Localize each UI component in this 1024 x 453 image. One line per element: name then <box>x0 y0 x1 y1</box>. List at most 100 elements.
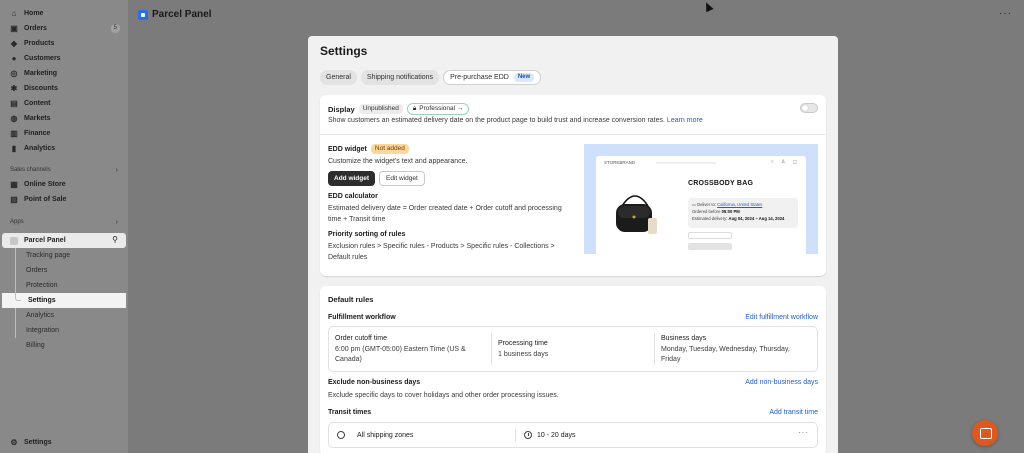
preview-product-title: CROSSBODY BAG <box>688 180 754 187</box>
tree-connector <box>15 263 16 278</box>
content-icon: ▤ <box>10 99 18 108</box>
sidebar-item-discounts[interactable]: ✱ Discounts <box>0 81 128 96</box>
ordered-time: 05:00 PM <box>721 209 740 214</box>
add-transit-time-link[interactable]: Add transit time <box>769 409 818 416</box>
apps-label: Apps <box>10 219 24 225</box>
app-topbar: Parcel Panel ··· <box>128 0 1024 30</box>
bank-icon: ▥ <box>10 129 18 138</box>
chevron-right-icon: › <box>115 166 118 174</box>
sidebar-subitem-label: Analytics <box>26 312 55 319</box>
sidebar-item-label: Marketing <box>24 70 58 77</box>
transit-time-row[interactable]: All shipping zones 10 - 20 days ··· <box>328 422 818 448</box>
sidebar-subitem-protection[interactable]: Protection <box>0 278 128 293</box>
sidebar-subitem-label: Tracking page <box>26 252 71 259</box>
display-description: Show customers an estimated delivery dat… <box>328 117 703 124</box>
sidebar-item-label: Products <box>24 40 55 47</box>
add-non-business-days-link[interactable]: Add non-business days <box>745 379 818 386</box>
app-title: Parcel Panel <box>138 9 211 20</box>
sidebar-item-marketing[interactable]: ◎ Marketing <box>0 66 128 81</box>
sidebar-item-label: Content <box>24 100 51 107</box>
tab-general[interactable]: General <box>320 70 357 85</box>
settings-modal: Settings General Shipping notifications … <box>308 36 838 453</box>
sidebar-item-label: Discounts <box>24 85 58 92</box>
orders-icon: ▣ <box>10 24 18 33</box>
deliver-label: Deliver to: <box>697 202 716 207</box>
sidebar-item-label: Home <box>24 10 44 17</box>
tree-connector <box>15 308 16 323</box>
tag-icon: ◆ <box>10 39 18 48</box>
status-badge: Unpublished <box>358 104 403 114</box>
sidebar-item-parcel-panel[interactable]: Parcel Panel ⚲ <box>2 233 126 248</box>
chat-support-button[interactable] <box>972 420 998 446</box>
sidebar-item-markets[interactable]: ◍ Markets <box>0 111 128 126</box>
sidebar-subitem-orders[interactable]: Orders <box>0 263 128 278</box>
preview-button <box>688 243 732 250</box>
sidebar-item-home[interactable]: ⌂ Home <box>0 6 128 21</box>
store-icon: ▦ <box>10 180 18 189</box>
sidebar-item-settings[interactable]: ⚙ Settings <box>0 435 128 450</box>
sidebar-item-point-of-sale[interactable]: ▧ Point of Sale <box>0 192 128 207</box>
business-days-value: Monday, Tuesday, Wednesday, Thursday, Fr… <box>661 345 790 364</box>
not-added-badge: Not added <box>370 144 409 154</box>
sidebar-subitem-label: Orders <box>26 267 48 274</box>
default-rules-card: Default rules Fulfillment workflow Edit … <box>320 286 826 453</box>
sidebar-item-label: Online Store <box>24 181 66 188</box>
preview-store-name: STOREBRAND <box>604 160 636 165</box>
sidebar-item-label: Point of Sale <box>24 196 67 203</box>
sidebar-subitem-label: Integration <box>26 327 60 334</box>
transit-days-value: 10 - 20 days <box>537 432 576 439</box>
transit-times-header: Transit times Add transit time <box>328 409 818 416</box>
apps-header[interactable]: Apps › <box>0 215 128 229</box>
sidebar-item-label: Analytics <box>24 145 56 152</box>
add-widget-button[interactable]: Add widget <box>328 171 376 186</box>
sidebar-subitem-settings[interactable]: Settings <box>2 293 126 308</box>
more-actions-icon[interactable]: ··· <box>999 8 1012 19</box>
sidebar-item-content[interactable]: ▤ Content <box>0 96 128 111</box>
tab-shipping-notifications[interactable]: Shipping notifications <box>360 70 440 85</box>
learn-more-link[interactable]: Learn more <box>667 117 703 124</box>
sidebar-subitem-tracking-page[interactable]: Tracking page <box>0 248 128 263</box>
tab-label: Shipping notifications <box>366 74 434 81</box>
display-row: Display Unpublished 🔒︎ Professional → <box>328 103 470 115</box>
sidebar-subitem-label: Billing <box>26 342 45 349</box>
edd-calculator-title: EDD calculator <box>328 193 378 200</box>
more-options-icon[interactable]: ··· <box>798 428 809 437</box>
display-label: Display <box>328 104 355 114</box>
tab-label: Pre-purchase EDD <box>450 74 509 81</box>
sidebar-item-orders[interactable]: ▣ Orders 5 <box>0 21 128 36</box>
tab-label: General <box>326 74 351 81</box>
sidebar-item-customers[interactable]: ● Customers <box>0 51 128 66</box>
sidebar-item-analytics[interactable]: ▮ Analytics <box>0 141 128 156</box>
sidebar-item-products[interactable]: ◆ Products <box>0 36 128 51</box>
app-title-text: Parcel Panel <box>152 9 212 20</box>
sidebar-item-online-store[interactable]: ▦ Online Store <box>0 177 128 192</box>
divider <box>320 134 826 135</box>
pos-icon: ▧ <box>10 195 18 204</box>
transit-times-title: Transit times <box>328 409 372 416</box>
sidebar-subitem-analytics[interactable]: Analytics <box>0 308 128 323</box>
sidebar-subitem-label: Protection <box>26 282 58 289</box>
sidebar-item-label: Settings <box>24 439 52 446</box>
sidebar-subitem-billing[interactable]: Billing <box>0 338 128 353</box>
deliver-location: California, United States <box>717 202 763 207</box>
ordered-label: Ordered before <box>692 209 721 214</box>
divider <box>515 429 516 442</box>
globe-icon <box>337 431 345 439</box>
sidebar-item-finance[interactable]: ▥ Finance <box>0 126 128 141</box>
edit-fulfillment-workflow-link[interactable]: Edit fulfillment workflow <box>745 314 818 321</box>
description-text: Show customers an estimated delivery dat… <box>328 117 665 124</box>
tab-pre-purchase-edd[interactable]: Pre-purchase EDD New <box>443 70 542 85</box>
professional-plan-badge[interactable]: 🔒︎ Professional → <box>406 103 470 115</box>
sidebar-subitem-integration[interactable]: Integration <box>0 323 128 338</box>
sales-channels-header[interactable]: Sales channels › <box>0 163 128 177</box>
display-toggle[interactable] <box>800 103 818 113</box>
edd-settings-column: EDD widget Not added Customize the widge… <box>328 144 568 263</box>
preview-store-window: STOREBRAND ○ ♙ ◻ CROSSBODY BAG ▭ Deliver… <box>596 156 806 254</box>
sidebar-item-label: Finance <box>24 130 51 137</box>
sales-channels-label: Sales channels <box>10 167 51 173</box>
target-icon: ◎ <box>10 69 18 78</box>
preview-edd-box: ▭ Deliver to: California, United States … <box>688 198 798 228</box>
pin-icon[interactable]: ⚲ <box>112 235 118 244</box>
edit-widget-button[interactable]: Edit widget <box>379 171 425 186</box>
page-title: Settings <box>320 44 368 58</box>
